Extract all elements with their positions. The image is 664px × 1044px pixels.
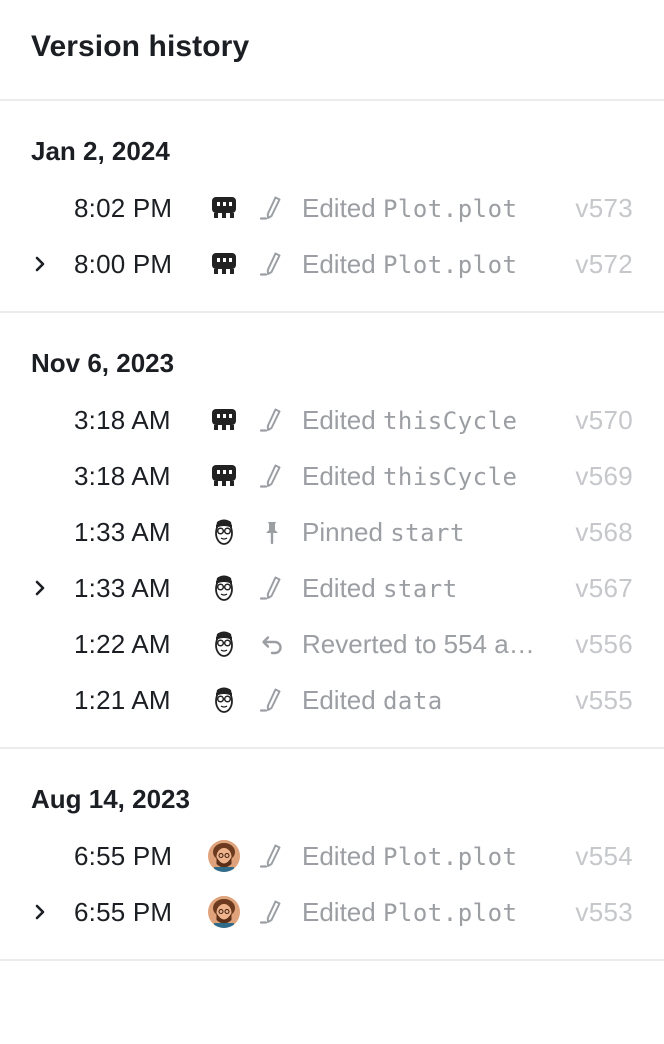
version-list: 3:18 AM Edited thisCycle v570 3:18 AM Edited… (0, 379, 664, 747)
version-row[interactable]: 1:33 AM Pinned start v568 (0, 504, 664, 560)
revert-icon (256, 628, 288, 660)
action-verb: Edited (302, 404, 383, 435)
version-number: v553 (575, 896, 633, 927)
version-description: Pinned start (302, 517, 548, 548)
action-verb: Edited (302, 684, 383, 715)
version-time: 6:55 PM (74, 840, 173, 871)
version-time: 3:18 AM (74, 404, 171, 435)
action-verb: Edited (302, 896, 383, 927)
pencil-icon (256, 684, 288, 716)
version-number: v573 (575, 192, 633, 223)
date-group: Jan 2, 2024 8:02 PM Edited Plot.plot v573 8:… (0, 101, 664, 313)
pencil-icon (256, 248, 288, 280)
cell-name: thisCycle (382, 462, 518, 491)
version-number: v555 (575, 684, 633, 715)
pencil-icon (256, 404, 288, 436)
version-row[interactable]: 8:02 PM Edited Plot.plot v573 (0, 180, 664, 236)
version-description: Edited Plot.plot (302, 193, 548, 224)
version-number: v554 (575, 840, 633, 871)
version-time: 8:00 PM (74, 248, 173, 279)
pencil-icon (256, 460, 288, 492)
user-avatar (208, 628, 240, 660)
panel-title: Version history (31, 30, 250, 63)
cell-name: thisCycle (382, 406, 518, 435)
user-avatar (208, 192, 240, 224)
version-time: 6:55 PM (74, 896, 173, 927)
cell-name: Plot.plot (382, 194, 518, 223)
cell-name: Plot.plot (382, 842, 518, 871)
version-description: Edited start (302, 573, 548, 604)
user-avatar (208, 460, 240, 492)
pencil-icon (256, 840, 288, 872)
pencil-icon (256, 896, 288, 928)
user-avatar (208, 896, 240, 928)
version-number: v570 (575, 404, 633, 435)
user-avatar (208, 684, 240, 716)
cell-name: start (390, 518, 465, 547)
user-avatar (208, 404, 240, 436)
version-row[interactable]: 3:18 AM Edited thisCycle v569 (0, 448, 664, 504)
version-description: Edited Plot.plot (302, 897, 548, 928)
user-avatar (208, 572, 240, 604)
user-avatar (208, 516, 240, 548)
version-row[interactable]: 1:21 AM Edited data v555 (0, 672, 664, 728)
cell-name: Plot.plot (382, 898, 518, 927)
version-groups: Jan 2, 2024 8:02 PM Edited Plot.plot v573 8:… (0, 101, 664, 961)
chevron-right-icon[interactable] (30, 236, 50, 292)
version-row[interactable]: 1:22 AM Reverted to 554 and more v556 (0, 616, 664, 672)
action-verb: Edited (302, 192, 383, 223)
date-group: Aug 14, 2023 6:55 PM Edited Plot.plot v554 6… (0, 749, 664, 961)
version-row[interactable]: 6:55 PM Edited Plot.plot v554 (0, 828, 664, 884)
version-list: 8:02 PM Edited Plot.plot v573 8:00 PM Edited… (0, 167, 664, 311)
action-verb: Reverted to 554 and more (302, 628, 548, 659)
version-description: Edited thisCycle (302, 405, 548, 436)
version-number: v572 (575, 248, 633, 279)
panel-header: Version history (0, 0, 664, 101)
version-row[interactable]: 6:55 PM Edited Plot.plot v553 (0, 884, 664, 940)
action-verb: Edited (302, 572, 383, 603)
version-time: 3:18 AM (74, 460, 171, 491)
group-date-heading: Aug 14, 2023 (31, 784, 190, 814)
action-verb: Edited (302, 248, 383, 279)
action-verb: Edited (302, 460, 383, 491)
cell-name: Plot.plot (382, 250, 518, 279)
user-avatar (208, 840, 240, 872)
version-number: v556 (575, 628, 633, 659)
version-row[interactable]: 3:18 AM Edited thisCycle v570 (0, 392, 664, 448)
pin-icon (256, 516, 288, 548)
version-description: Edited Plot.plot (302, 841, 548, 872)
version-description: Edited data (302, 685, 548, 716)
group-date-heading: Jan 2, 2024 (31, 136, 170, 166)
chevron-right-icon[interactable] (30, 884, 50, 940)
group-date-heading: Nov 6, 2023 (31, 348, 175, 378)
version-list: 6:55 PM Edited Plot.plot v554 6:55 PM Edited… (0, 815, 664, 959)
action-verb: Pinned (302, 516, 391, 547)
version-time: 1:33 AM (74, 572, 171, 603)
version-row[interactable]: 1:33 AM Edited start v567 (0, 560, 664, 616)
version-time: 1:22 AM (74, 628, 171, 659)
version-number: v569 (575, 460, 633, 491)
date-group: Nov 6, 2023 3:18 AM Edited thisCycle v570 3:… (0, 313, 664, 749)
version-description: Edited thisCycle (302, 461, 548, 492)
action-verb: Edited (302, 840, 383, 871)
version-history-panel: Version history Jan 2, 2024 8:02 PM Edited… (0, 0, 664, 1044)
cell-name: data (382, 686, 443, 715)
cell-name: start (382, 574, 458, 603)
version-number: v568 (575, 516, 633, 547)
pencil-icon (256, 192, 288, 224)
version-row[interactable]: 8:00 PM Edited Plot.plot v572 (0, 236, 664, 292)
version-description: Edited Plot.plot (302, 249, 548, 280)
user-avatar (208, 248, 240, 280)
pencil-icon (256, 572, 288, 604)
version-time: 1:33 AM (74, 516, 171, 547)
version-description: Reverted to 554 and more (302, 629, 548, 660)
chevron-right-icon[interactable] (30, 560, 50, 616)
version-number: v567 (575, 572, 633, 603)
version-time: 1:21 AM (74, 684, 171, 715)
version-time: 8:02 PM (74, 192, 173, 223)
